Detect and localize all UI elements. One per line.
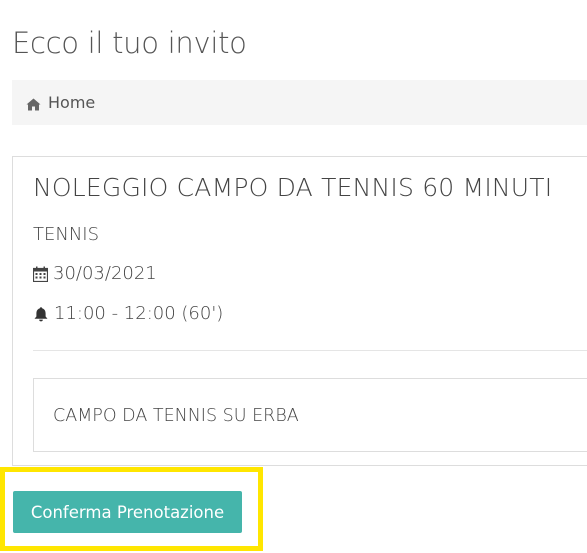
event-category: TENNIS bbox=[33, 223, 99, 247]
event-card: NOLEGGIO CAMPO DA TENNIS 60 MINUTI TENNI… bbox=[12, 156, 587, 466]
breadcrumb-home-link[interactable]: Home bbox=[48, 93, 95, 112]
bell-icon bbox=[34, 307, 48, 322]
confirm-booking-button[interactable]: Conferma Prenotazione bbox=[13, 491, 242, 533]
event-time: 11:00 - 12:00 (60') bbox=[54, 303, 224, 324]
page: Ecco il tuo invito Home NOLEGGIO CAMPO D… bbox=[0, 0, 587, 553]
event-date-row: 30/03/2021 bbox=[33, 262, 157, 286]
event-location: CAMPO DA TENNIS SU ERBA bbox=[53, 406, 299, 426]
event-category-label: TENNIS bbox=[33, 224, 100, 245]
event-date: 30/03/2021 bbox=[53, 263, 157, 284]
home-icon bbox=[26, 96, 41, 111]
event-time-row: 11:00 - 12:00 (60') bbox=[33, 302, 223, 326]
page-title: Ecco il tuo invito bbox=[12, 26, 247, 60]
breadcrumb: Home bbox=[12, 80, 587, 125]
card-divider bbox=[33, 350, 587, 351]
calendar-icon bbox=[33, 266, 48, 282]
event-title: NOLEGGIO CAMPO DA TENNIS 60 MINUTI bbox=[33, 173, 553, 202]
location-panel: CAMPO DA TENNIS SU ERBA bbox=[33, 378, 587, 452]
